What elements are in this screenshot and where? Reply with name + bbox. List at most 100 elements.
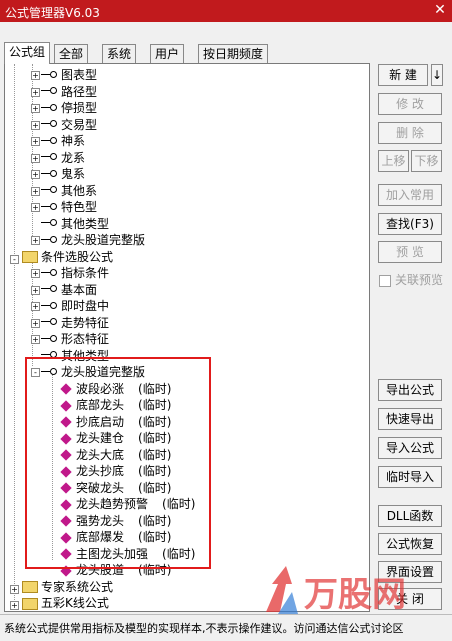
- formula-restore-button[interactable]: 公式恢复: [378, 533, 442, 555]
- tree-item-label: 指标条件: [61, 266, 110, 280]
- tree-item[interactable]: + 即时盘中: [31, 298, 110, 314]
- expand-icon[interactable]: +: [31, 137, 40, 146]
- expand-icon[interactable]: +: [31, 120, 40, 130]
- watermark-text: 万股网: [304, 575, 406, 615]
- tree-item[interactable]: + 路径型: [31, 84, 98, 100]
- status-text: 系统公式提供常用指标及模型的实现样本,不表示操作建议。访问通达信公式讨论区: [4, 622, 404, 635]
- expand-icon[interactable]: +: [31, 236, 40, 245]
- formula-key-icon: [41, 136, 57, 147]
- tree-folder-colorful-kline[interactable]: + 五彩K线公式: [10, 595, 109, 611]
- delete-button[interactable]: 删 除: [378, 122, 442, 144]
- expand-icon[interactable]: +: [31, 71, 40, 80]
- tree-folder-expert[interactable]: + 专家系统公式: [10, 579, 113, 595]
- tab-all[interactable]: 全部: [54, 44, 89, 63]
- expand-icon[interactable]: +: [31, 318, 40, 328]
- formula-key-icon: [41, 70, 57, 81]
- expand-icon[interactable]: +: [10, 601, 19, 610]
- expand-icon[interactable]: +: [31, 203, 40, 212]
- link-preview-checkbox[interactable]: 关联预览: [379, 271, 443, 288]
- tree-item-label: 交易型: [61, 117, 98, 132]
- tree-item-label: 路径型: [61, 84, 98, 99]
- tab-formula-group[interactable]: 公式组: [4, 42, 51, 64]
- tree-item-label: 神系: [61, 134, 86, 148]
- status-bar: 系统公式提供常用指标及模型的实现样本,不表示操作建议。访问通达信公式讨论区: [0, 614, 452, 641]
- tree-item[interactable]: + 指标条件: [31, 265, 110, 281]
- formula-key-icon: [41, 334, 57, 345]
- tree-item-label: 龙头股道完整版: [61, 233, 146, 247]
- preview-button[interactable]: 预 览: [378, 241, 442, 263]
- tree-folder-condition[interactable]: - 条件选股公式: [10, 249, 113, 265]
- tree-item-label: 鬼系: [61, 167, 86, 181]
- tree-item-label: 特色型: [61, 200, 98, 214]
- move-down-button[interactable]: 下移: [411, 150, 442, 172]
- expand-icon[interactable]: +: [31, 87, 40, 97]
- new-dropdown-arrow-icon[interactable]: ↓: [431, 64, 443, 86]
- move-up-button[interactable]: 上移: [378, 150, 409, 172]
- formula-key-icon: [41, 301, 57, 312]
- highlight-box: [25, 357, 211, 569]
- title-bar: 公式管理器V6.03 ✕: [0, 0, 452, 22]
- dll-function-button[interactable]: DLL函数: [378, 505, 442, 527]
- tree-item-label: 龙系: [61, 150, 86, 165]
- tree-item-label: 图表型: [61, 68, 98, 82]
- tab-user[interactable]: 用户: [150, 44, 185, 63]
- expand-icon[interactable]: +: [31, 285, 40, 295]
- tree-item[interactable]: + 神系: [31, 133, 86, 149]
- formula-key-icon: [41, 285, 57, 295]
- expand-icon[interactable]: +: [31, 186, 40, 196]
- tree-item[interactable]: + 龙头股道完整版: [31, 232, 146, 248]
- tree-item-label: 即时盘中: [61, 299, 110, 313]
- tab-system[interactable]: 系统: [102, 44, 137, 63]
- tree-item[interactable]: 其他类型: [41, 216, 109, 232]
- tree-item[interactable]: + 图表型: [31, 67, 98, 83]
- tree-item[interactable]: + 基本面: [31, 282, 97, 298]
- tree-folder-label: 专家系统公式: [41, 579, 114, 594]
- collapse-icon[interactable]: -: [10, 254, 19, 264]
- close-icon[interactable]: ✕: [433, 3, 447, 17]
- tree-item-label: 其他类型: [61, 216, 110, 231]
- tree-folder-label: 条件选股公式: [41, 249, 114, 264]
- expand-icon[interactable]: +: [31, 302, 40, 311]
- tree-item[interactable]: + 走势特征: [31, 315, 110, 331]
- folder-icon: [22, 251, 38, 263]
- formula-key-icon: [41, 169, 57, 180]
- window-title: 公式管理器V6.03: [5, 6, 100, 20]
- tree-item[interactable]: + 其他系: [31, 183, 97, 199]
- expand-icon[interactable]: +: [31, 335, 40, 344]
- formula-key-icon: [41, 235, 57, 246]
- modify-button[interactable]: 修 改: [378, 93, 442, 115]
- tree-item[interactable]: + 停损型: [31, 100, 98, 116]
- folder-icon: [22, 581, 38, 593]
- tab-by-date-frequency[interactable]: 按日期频度: [198, 44, 269, 63]
- temp-import-button[interactable]: 临时导入: [378, 466, 442, 488]
- new-button[interactable]: 新 建: [378, 64, 428, 86]
- expand-icon[interactable]: +: [31, 170, 40, 179]
- expand-icon[interactable]: +: [31, 153, 40, 163]
- tree-item-label: 走势特征: [61, 315, 110, 330]
- tree-item[interactable]: + 交易型: [31, 117, 98, 133]
- formula-key-icon: [41, 268, 57, 279]
- formula-key-icon: [41, 318, 57, 328]
- add-common-button[interactable]: 加入常用: [378, 184, 442, 206]
- tree-item[interactable]: + 特色型: [31, 199, 98, 215]
- export-formula-button[interactable]: 导出公式: [378, 379, 442, 401]
- formula-key-icon: [41, 120, 57, 130]
- formula-key-icon: [41, 153, 57, 163]
- formula-key-icon: [41, 103, 57, 114]
- folder-icon: [22, 597, 38, 610]
- quick-export-button[interactable]: 快速导出: [378, 408, 442, 430]
- checkbox-box[interactable]: [379, 274, 391, 287]
- expand-icon[interactable]: +: [10, 584, 19, 594]
- watermark-logo: 万股网: [266, 566, 406, 615]
- expand-icon[interactable]: +: [31, 269, 40, 278]
- tree-item[interactable]: + 形态特征: [31, 331, 109, 347]
- find-button[interactable]: 查找(F3): [378, 213, 442, 235]
- formula-key-icon: [41, 219, 57, 229]
- import-formula-button[interactable]: 导入公式: [378, 437, 442, 459]
- expand-icon[interactable]: +: [31, 104, 40, 113]
- formula-key-icon: [41, 202, 57, 213]
- tree-item[interactable]: + 龙系: [31, 150, 86, 166]
- tree-item-label: 停损型: [61, 101, 98, 115]
- tree-folder-label: 五彩K线公式: [41, 596, 109, 610]
- tree-item[interactable]: + 鬼系: [31, 166, 86, 182]
